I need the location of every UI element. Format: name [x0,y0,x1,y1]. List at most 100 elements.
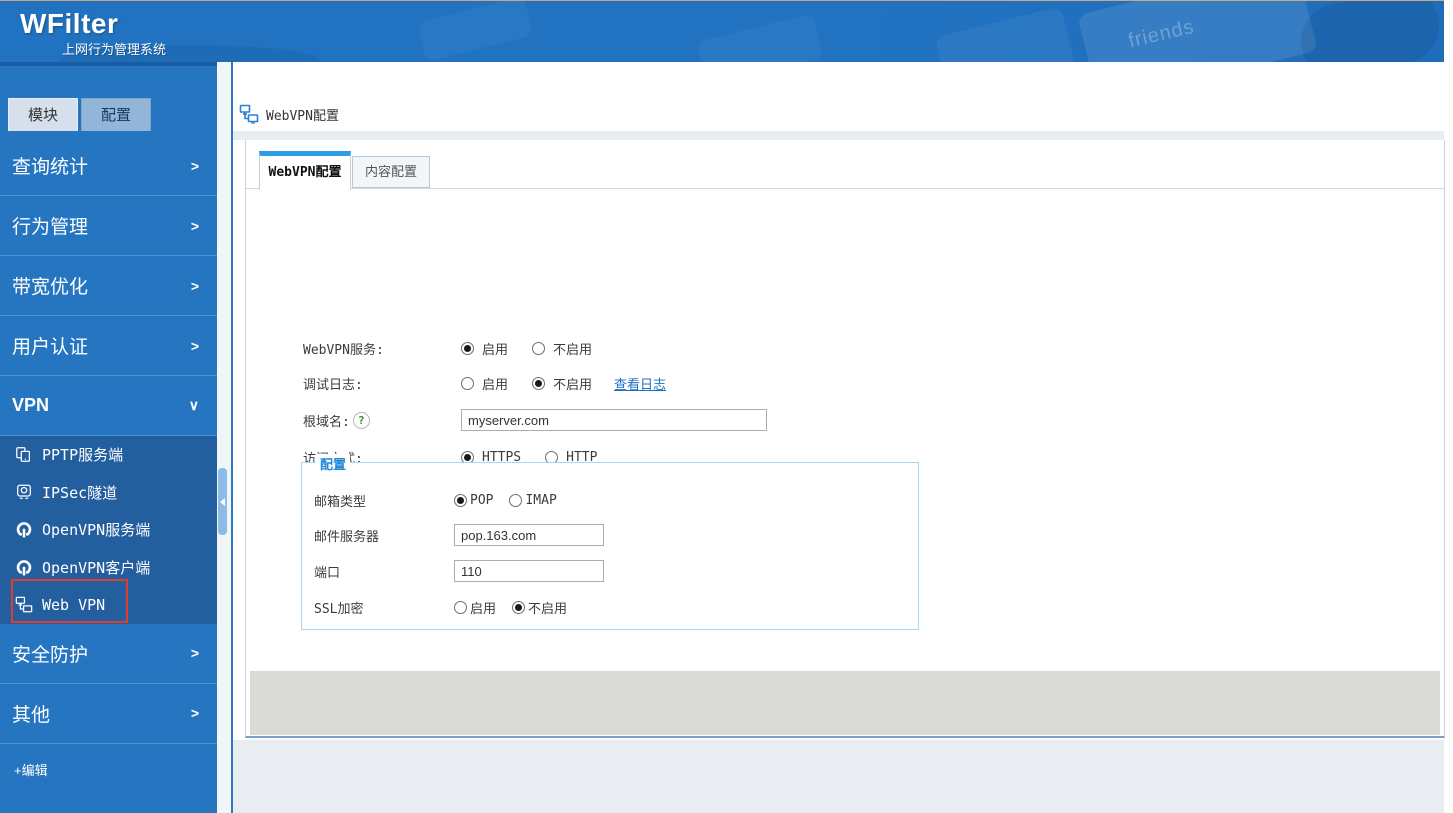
sidebar-item-ipsec-tunnel[interactable]: IPSec隧道 [0,474,217,512]
tunnel-icon [15,483,33,501]
menu-label: 行为管理 [12,212,88,239]
submenu-label: PPTP服务端 [42,444,123,465]
sidebar-item-query-stats[interactable]: 查询统计 > [0,136,217,196]
submenu-label: Web VPN [42,596,105,614]
help-icon[interactable]: ? [353,412,370,429]
form-row-debug-log: 调试日志: 启用 不启用 查看日志 [246,369,1444,397]
sidebar-gap [217,62,231,813]
panel-footer [250,671,1440,735]
breadcrumb: WebVPN配置 [239,104,339,124]
keyboard-watermark [935,6,1076,62]
sidebar-edit-link[interactable]: +编辑 [14,760,48,779]
chevron-down-icon: ∨ [189,397,199,414]
radio-enable[interactable] [461,342,474,355]
chevron-right-icon: > [191,158,199,174]
sidebar-tab-modules[interactable]: 模块 [8,98,78,131]
app-logo: WFilter [20,8,118,40]
radio-disable[interactable] [532,342,545,355]
sidebar: 模块 配置 查询统计 > 行为管理 > 带宽优化 > 用户认证 > VPN ∨ [0,62,217,813]
tab-webvpn-config[interactable]: WebVPN配置 [259,151,351,190]
form-row-mail-type: 邮箱类型 POP IMAP [302,487,918,513]
webvpn-config-panel: WebVPN配置 内容配置 WebVPN服务: 启用 不启用 调试日志: 启用 … [245,140,1445,738]
field-label: 根域名: ? [303,406,370,434]
network-icon [239,104,259,124]
mail-config-fieldset: 配置 邮箱类型 POP IMAP 邮件服务器 端口 SSL加密 [301,462,919,630]
field-label: 端口 [314,558,340,584]
field-label: WebVPN服务: [303,334,384,362]
collapse-arrow-icon [220,498,225,506]
menu-label: 其他 [12,700,50,727]
openvpn-icon [15,559,33,577]
chevron-right-icon: > [191,278,199,294]
radio-ssl-enable[interactable] [454,601,467,614]
sidebar-tab-bar: 模块 配置 [8,98,151,131]
sidebar-item-vpn[interactable]: VPN ∨ [0,376,217,436]
radio-pop[interactable] [454,494,467,507]
menu-label: 用户认证 [12,332,88,359]
divider-strip [233,131,1444,140]
sidebar-item-behavior-mgmt[interactable]: 行为管理 > [0,196,217,256]
windows-icon [15,446,33,464]
sidebar-item-pptp-server[interactable]: PPTP服务端 [0,436,217,474]
mail-port-input[interactable] [454,560,604,582]
field-label: 邮件服务器 [314,522,379,548]
form-row-ssl: SSL加密 启用 不启用 [302,594,918,620]
page-background [233,740,1444,813]
radio-label: POP [470,493,493,508]
radio-label: 不启用 [553,339,592,358]
radio-label: 启用 [470,598,496,617]
menu-label: VPN [12,395,49,416]
sidebar-item-other[interactable]: 其他 > [0,684,217,744]
radio-ssl-disable[interactable] [512,601,525,614]
radio-label: 启用 [482,339,508,358]
sidebar-item-openvpn-server[interactable]: OpenVPN服务端 [0,511,217,549]
app-header: friends WFilter 上网行为管理系统 [0,0,1444,62]
field-label-text: 根域名: [303,411,350,430]
keyboard-key-watermark [1077,0,1318,62]
radio-enable[interactable] [461,377,474,390]
menu-label: 查询统计 [12,152,88,179]
chevron-right-icon: > [191,218,199,234]
chevron-right-icon: > [191,338,199,354]
sidebar-item-openvpn-client[interactable]: OpenVPN客户端 [0,549,217,587]
openvpn-icon [15,521,33,539]
radio-imap[interactable] [509,494,522,507]
page-title: WebVPN配置 [266,105,339,124]
root-domain-input[interactable] [461,409,767,431]
tab-content-config[interactable]: 内容配置 [352,156,430,188]
submenu-label: OpenVPN客户端 [42,557,150,578]
sidebar-item-user-auth[interactable]: 用户认证 > [0,316,217,376]
chevron-right-icon: > [191,645,199,661]
form-row-mail-server: 邮件服务器 [302,522,918,548]
radio-disable[interactable] [532,377,545,390]
network-icon [15,596,33,614]
radio-label: 启用 [482,374,508,393]
menu-label: 带宽优化 [12,272,88,299]
submenu-label: IPSec隧道 [42,482,117,503]
field-label: 调试日志: [303,369,363,397]
form-row-mail-port: 端口 [302,558,918,584]
mail-server-input[interactable] [454,524,604,546]
radio-label: 不启用 [528,598,567,617]
form-row-webvpn-service: WebVPN服务: 启用 不启用 [246,334,1444,362]
view-log-link[interactable]: 查看日志 [614,374,666,393]
menu-label: 安全防护 [12,640,88,667]
form-row-root-domain: 根域名: ? [246,406,1444,434]
sidebar-item-bandwidth[interactable]: 带宽优化 > [0,256,217,316]
tab-underline [246,188,1444,189]
submenu-label: OpenVPN服务端 [42,519,150,540]
sidebar-collapse-handle[interactable] [218,468,227,535]
sidebar-item-security[interactable]: 安全防护 > [0,624,217,684]
app-tagline: 上网行为管理系统 [62,39,166,58]
field-label: SSL加密 [314,594,363,620]
sidebar-item-web-vpn[interactable]: Web VPN [0,586,217,624]
finger-watermark [1293,0,1444,62]
sidebar-tab-config[interactable]: 配置 [81,98,151,131]
chevron-right-icon: > [191,705,199,721]
radio-label: IMAP [525,493,556,508]
keyboard-watermark [417,0,533,62]
radio-label: 不启用 [553,374,592,393]
vpn-submenu: PPTP服务端 IPSec隧道 OpenVPN服务端 [0,436,217,624]
fieldset-legend: 配置 [316,454,350,473]
sidebar-menu: 查询统计 > 行为管理 > 带宽优化 > 用户认证 > VPN ∨ [0,136,217,744]
